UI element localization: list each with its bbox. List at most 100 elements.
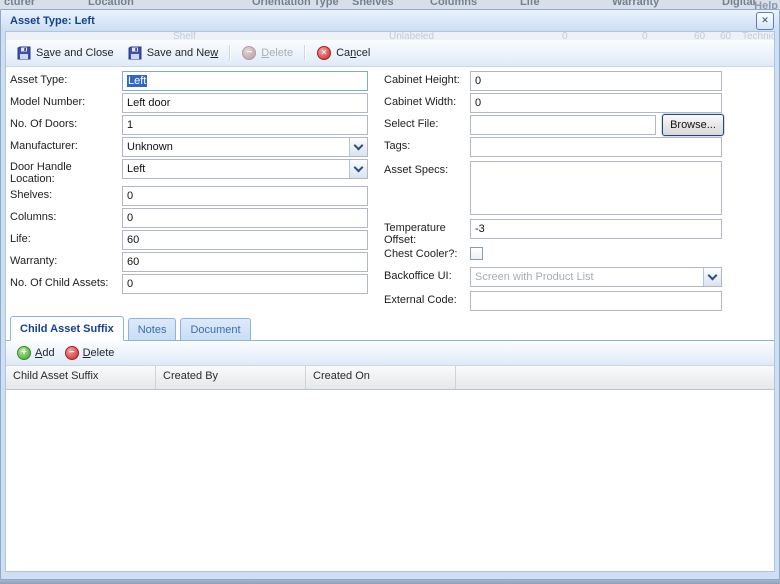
columns-input[interactable] xyxy=(123,209,367,227)
tags-input[interactable] xyxy=(471,138,721,156)
door-handle-location-combobox[interactable]: Left xyxy=(122,159,368,179)
cabinet-width-label: Cabinet Width: xyxy=(384,96,468,108)
ghost-cell: 0 xyxy=(562,32,568,40)
grid-delete-label: Delete xyxy=(83,347,115,359)
select-file-field xyxy=(470,115,656,135)
life-field xyxy=(122,230,368,250)
columns-label: Columns: xyxy=(10,211,118,223)
temperature-offset-field xyxy=(470,219,722,239)
no-of-child-assets-label: No. Of Child Assets: xyxy=(10,277,118,289)
add-label: Add xyxy=(35,347,55,359)
dialog-content: Shelf Unlabeled 0 0 60 60 Technical S xyxy=(5,31,775,572)
save-icon xyxy=(17,46,31,60)
delete-button: − Delete xyxy=(235,44,300,62)
manufacturer-label: Manufacturer: xyxy=(10,140,118,152)
browse-label: Browse... xyxy=(670,119,716,131)
tab-label: Child Asset Suffix xyxy=(20,323,114,335)
external-code-field xyxy=(470,291,722,311)
grid-body-empty[interactable] xyxy=(6,390,774,571)
column-header-created-by[interactable]: Created By xyxy=(156,366,306,389)
backoffice-ui-combobox: Screen with Product List xyxy=(470,267,722,287)
cancel-button[interactable]: ✕ Cancel xyxy=(310,44,377,62)
grid-delete-button[interactable]: − Delete xyxy=(60,344,120,362)
toolbar-separator xyxy=(229,45,231,61)
asset-type-dialog: Asset Type: Left ✕ Shelf Unlabeled 0 0 6… xyxy=(0,9,780,580)
bottom-tab-panel: Child Asset Suffix Notes Document + Add … xyxy=(6,315,774,571)
temperature-offset-label: Temperature Offset: xyxy=(384,222,468,246)
external-code-input[interactable] xyxy=(471,292,721,310)
chevron-down-icon xyxy=(708,271,718,281)
screen: cturer Location Orientation Type Shelves… xyxy=(0,0,780,584)
column-header-created-on[interactable]: Created On xyxy=(306,366,456,389)
tab-notes[interactable]: Notes xyxy=(128,318,177,341)
bg-column-header: Columns xyxy=(430,0,477,8)
bg-column-header: Shelves xyxy=(352,0,394,8)
tags-label: Tags: xyxy=(384,140,468,152)
cabinet-height-label: Cabinet Height: xyxy=(384,74,468,86)
chevron-down-icon xyxy=(354,163,364,173)
ghost-cell: Unlabeled xyxy=(389,32,434,40)
backoffice-ui-dropdown-trigger[interactable] xyxy=(703,268,721,286)
close-icon: ✕ xyxy=(761,15,769,26)
column-header-child-asset-suffix[interactable]: Child Asset Suffix xyxy=(6,366,156,389)
external-code-label: External Code: xyxy=(384,294,468,306)
save-and-new-button[interactable]: Save and New xyxy=(121,44,226,62)
bg-column-header: Life xyxy=(520,0,540,8)
bg-column-header: Location xyxy=(88,0,134,8)
save-and-close-label: Save and Close xyxy=(36,47,114,59)
dialog-toolbar: Save and Close Save and New − Delete xyxy=(6,40,774,67)
model-number-input[interactable] xyxy=(123,94,367,112)
asset-type-input[interactable]: Left xyxy=(122,71,368,91)
save-and-new-label: Save and New xyxy=(147,47,219,59)
chest-cooler-checkbox[interactable] xyxy=(470,247,483,260)
delete-minus-icon: − xyxy=(65,346,79,360)
cancel-x-icon: ✕ xyxy=(317,46,331,60)
ghost-cell: Shelf xyxy=(173,32,196,40)
ghost-cell: 60 xyxy=(694,32,705,40)
browse-button[interactable]: Browse... xyxy=(662,114,724,136)
model-number-label: Model Number: xyxy=(10,96,118,108)
tags-field xyxy=(470,137,722,157)
no-of-doors-input[interactable] xyxy=(123,116,367,134)
delete-minus-icon: − xyxy=(242,46,256,60)
asset-specs-textarea[interactable] xyxy=(471,162,721,214)
cancel-label: Cancel xyxy=(336,47,370,59)
column-header-spacer xyxy=(456,366,774,389)
no-of-doors-field xyxy=(122,115,368,135)
shelves-label: Shelves: xyxy=(10,189,118,201)
tab-document[interactable]: Document xyxy=(180,318,250,341)
door-handle-location-label: Door Handle Location: xyxy=(10,161,118,185)
asset-type-selected-text: Left xyxy=(127,75,147,87)
cabinet-height-field xyxy=(470,71,722,91)
temperature-offset-input[interactable] xyxy=(471,220,721,238)
life-label: Life: xyxy=(10,233,118,245)
manufacturer-dropdown-trigger[interactable] xyxy=(349,138,367,156)
manufacturer-combobox[interactable]: Unknown xyxy=(122,137,368,157)
life-input[interactable] xyxy=(123,231,367,249)
save-and-close-button[interactable]: Save and Close xyxy=(10,44,121,62)
no-of-child-assets-field xyxy=(122,274,368,294)
bg-column-header: Orientation Type xyxy=(252,0,339,8)
dialog-title: Asset Type: Left xyxy=(10,15,756,27)
dialog-titlebar: Asset Type: Left ✕ xyxy=(1,10,779,31)
asset-type-form: Asset Type: Left Model Number: No. Of Do… xyxy=(6,67,774,315)
cabinet-width-input[interactable] xyxy=(471,94,721,112)
tab-label: Notes xyxy=(138,324,167,336)
tab-child-asset-suffix[interactable]: Child Asset Suffix xyxy=(10,316,124,341)
tab-label: Document xyxy=(190,324,240,336)
toolbar-separator xyxy=(304,45,306,61)
cabinet-height-input[interactable] xyxy=(471,72,721,90)
add-button[interactable]: + Add xyxy=(12,344,60,362)
warranty-input[interactable] xyxy=(123,253,367,271)
add-plus-icon: + xyxy=(17,346,31,360)
backoffice-ui-label: Backoffice UI: xyxy=(384,270,468,282)
model-number-field xyxy=(122,93,368,113)
select-file-input[interactable] xyxy=(471,116,655,134)
no-of-child-assets-input[interactable] xyxy=(123,275,367,293)
asset-specs-label: Asset Specs: xyxy=(384,164,468,176)
tab-bar: Child Asset Suffix Notes Document xyxy=(6,315,774,341)
close-button[interactable]: ✕ xyxy=(756,12,774,30)
door-handle-location-dropdown-trigger[interactable] xyxy=(349,160,367,178)
shelves-input[interactable] xyxy=(123,187,367,205)
bg-column-header: Warranty xyxy=(612,0,659,8)
